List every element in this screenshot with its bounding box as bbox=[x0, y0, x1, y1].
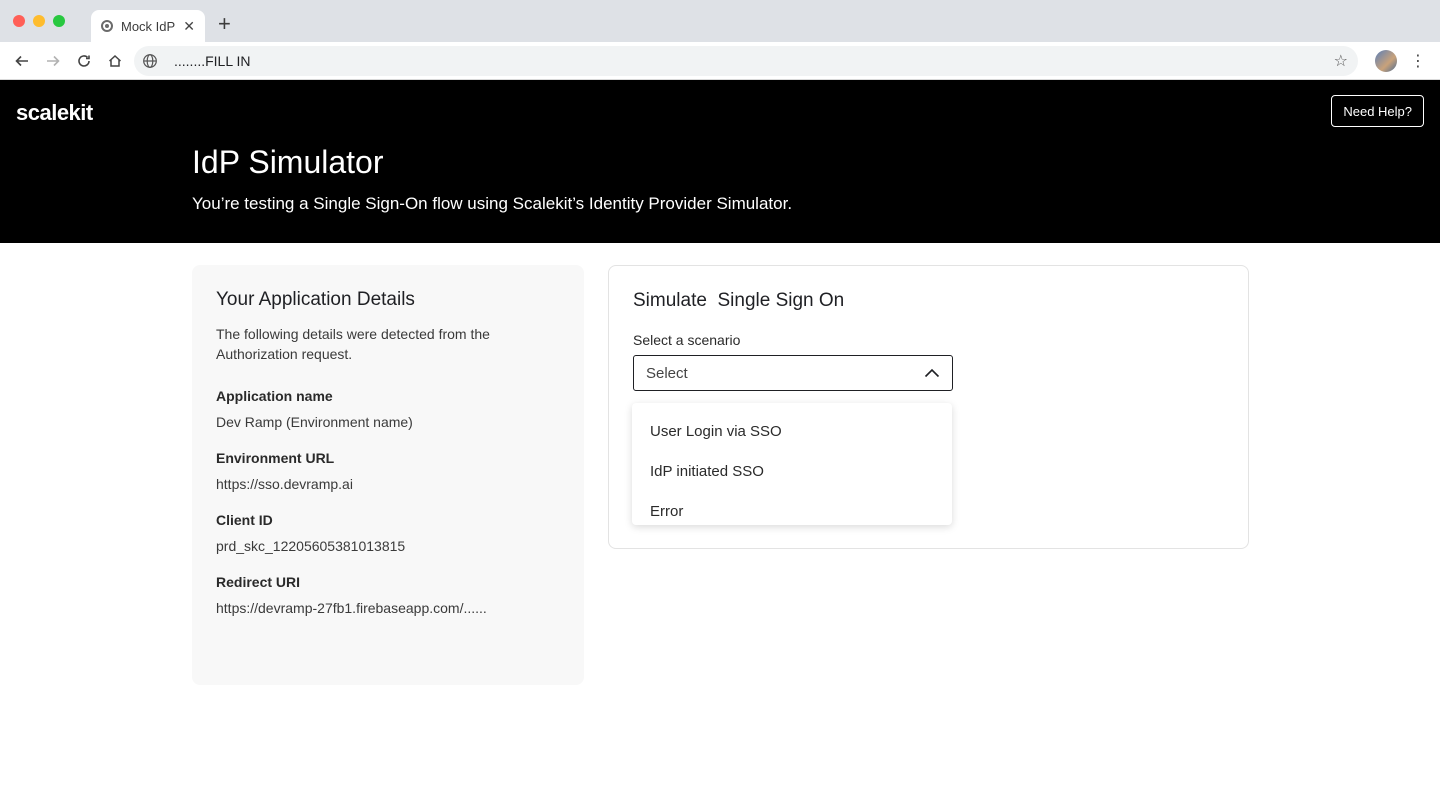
application-name-field: Application name Dev Ramp (Environment n… bbox=[216, 388, 560, 430]
option-user-login-sso[interactable]: User Login via SSO bbox=[632, 411, 952, 451]
chrome-favicon-icon bbox=[101, 20, 113, 32]
simulate-title: Simulate Single Sign On bbox=[633, 290, 845, 311]
scenario-dropdown-menu: User Login via SSO IdP initiated SSO Err… bbox=[632, 403, 952, 525]
maximize-window-button[interactable] bbox=[53, 15, 65, 27]
field-label: Client ID bbox=[216, 512, 273, 528]
bookmark-star-icon[interactable]: ☆ bbox=[1334, 51, 1348, 71]
browser-tab[interactable]: Mock IdP ✕ bbox=[91, 10, 205, 42]
option-idp-initiated-sso[interactable]: IdP initiated SSO bbox=[632, 451, 952, 491]
browser-menu-icon[interactable]: ⋮ bbox=[1410, 51, 1426, 71]
profile-avatar[interactable] bbox=[1375, 50, 1397, 72]
back-icon[interactable] bbox=[8, 47, 36, 75]
new-tab-button[interactable]: + bbox=[218, 13, 231, 35]
client-id-field: Client ID prd_skc_12205605381013815 bbox=[216, 512, 560, 554]
tab-title: Mock IdP bbox=[121, 18, 176, 34]
browser-tab-bar: Mock IdP ✕ + bbox=[0, 0, 1440, 42]
home-icon[interactable] bbox=[101, 47, 129, 75]
page-header: scalekit Need Help? IdP Simulator You’re… bbox=[0, 80, 1440, 243]
page-title: IdP Simulator bbox=[192, 144, 384, 180]
details-title: Your Application Details bbox=[216, 289, 415, 310]
browser-toolbar: ........FILL IN ☆ ⋮ bbox=[0, 42, 1440, 80]
globe-icon bbox=[143, 54, 157, 68]
redirect-uri-field: Redirect URI https://devramp-27fb1.fireb… bbox=[216, 574, 560, 616]
field-value: https://devramp-27fb1.firebaseapp.com/..… bbox=[216, 600, 487, 616]
application-details-panel: Your Application Details The following d… bbox=[192, 265, 584, 685]
window-controls bbox=[13, 15, 65, 27]
field-label: Redirect URI bbox=[216, 574, 301, 590]
field-label: Environment URL bbox=[216, 450, 335, 466]
field-value: Dev Ramp (Environment name) bbox=[216, 414, 413, 430]
scenario-select-label: Select a scenario bbox=[633, 332, 741, 348]
select-placeholder: Select bbox=[646, 364, 688, 382]
forward-icon[interactable] bbox=[39, 47, 67, 75]
field-label: Application name bbox=[216, 388, 333, 404]
reload-icon[interactable] bbox=[70, 47, 98, 75]
scenario-select[interactable]: Select bbox=[633, 355, 953, 391]
scalekit-logo: scalekit bbox=[16, 100, 93, 125]
details-description: The following details were detected from… bbox=[216, 326, 490, 362]
option-error[interactable]: Error bbox=[632, 491, 952, 531]
url-text: ........FILL IN bbox=[174, 53, 251, 69]
need-help-button[interactable]: Need Help? bbox=[1331, 95, 1424, 127]
page-subtitle: You’re testing a Single Sign-On flow usi… bbox=[192, 194, 793, 213]
minimize-window-button[interactable] bbox=[33, 15, 45, 27]
field-value: https://sso.devramp.ai bbox=[216, 476, 353, 492]
close-tab-icon[interactable]: ✕ bbox=[183, 18, 195, 35]
environment-url-field: Environment URL https://sso.devramp.ai bbox=[216, 450, 560, 492]
close-window-button[interactable] bbox=[13, 15, 25, 27]
chevron-up-icon bbox=[924, 368, 940, 378]
address-bar[interactable]: ........FILL IN ☆ bbox=[134, 46, 1358, 76]
field-value: prd_skc_12205605381013815 bbox=[216, 538, 406, 554]
